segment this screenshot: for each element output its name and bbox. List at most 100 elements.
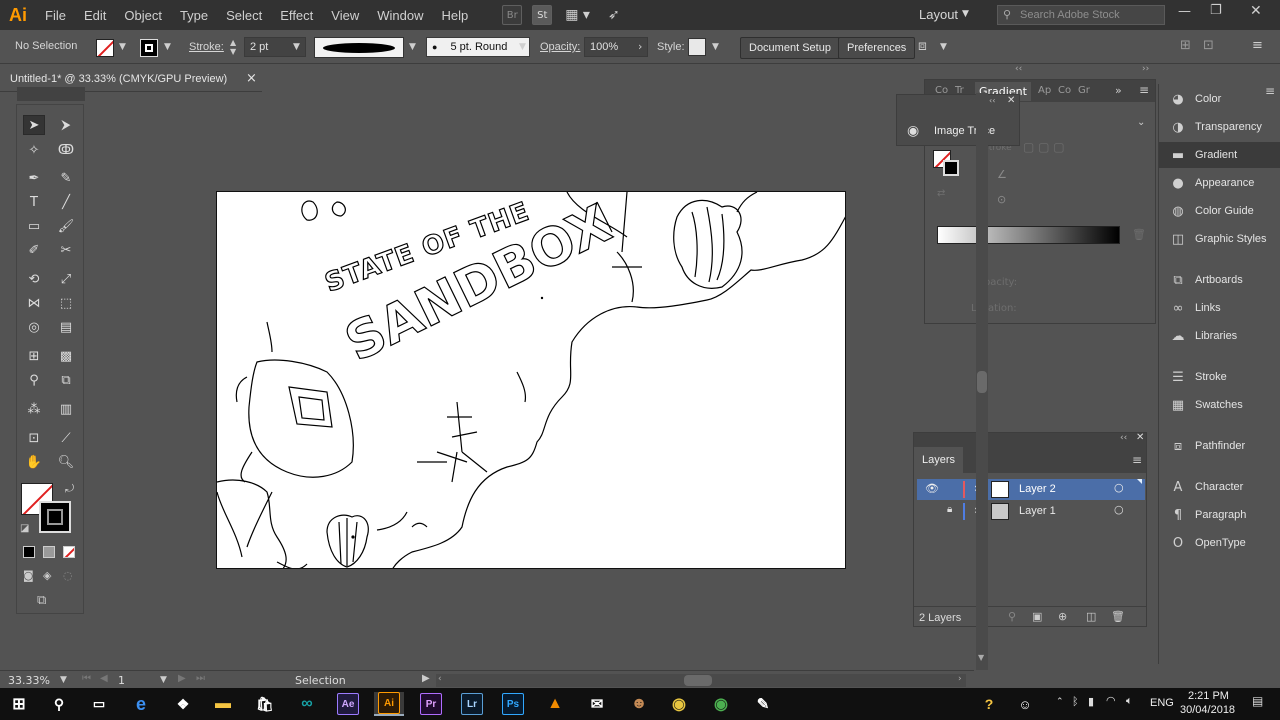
clock-time[interactable]: 2:21 PM bbox=[1188, 690, 1229, 702]
zoom-chevron-icon[interactable]: ▼ bbox=[60, 675, 67, 685]
wifi-icon[interactable]: ◠ bbox=[1106, 694, 1116, 707]
align-chevron-icon[interactable]: ▼ bbox=[940, 42, 947, 52]
scroll-right-icon[interactable]: › bbox=[958, 674, 962, 684]
battery-icon[interactable]: ▮ bbox=[1088, 695, 1094, 708]
tab-appearance[interactable]: Ap bbox=[1038, 85, 1051, 96]
dock-item-artboards[interactable]: ⧉ Artboards bbox=[1159, 267, 1280, 293]
dock-item-transparency[interactable]: ◑ Transparency bbox=[1159, 114, 1280, 140]
game-icon[interactable]: ☻ bbox=[624, 692, 654, 716]
stock-icon[interactable]: St bbox=[532, 5, 553, 25]
swap-fill-stroke-icon[interactable]: ⤾ bbox=[65, 482, 74, 496]
clipping-mask-icon[interactable]: ▣ bbox=[1032, 610, 1042, 623]
stroke-weight-chevron-icon[interactable]: ▼ bbox=[293, 42, 300, 52]
gradient-type-dropdown-icon[interactable]: ⌄ bbox=[1137, 117, 1145, 128]
dock-item-color-guide[interactable]: ◍ Color Guide bbox=[1159, 198, 1280, 224]
stroke-swatch[interactable] bbox=[140, 39, 158, 57]
dock-item-graphic-styles[interactable]: ◫ Graphic Styles bbox=[1159, 226, 1280, 252]
close-window-icon[interactable]: ✕ bbox=[1250, 3, 1262, 19]
scissors-tool-icon[interactable]: ✂ bbox=[55, 240, 77, 260]
isolate-icon[interactable]: ⊡ bbox=[1203, 38, 1214, 53]
artboard-number[interactable]: 1 bbox=[118, 674, 125, 687]
blend-tool-icon[interactable]: ⧉ bbox=[55, 370, 77, 390]
preferences-button[interactable]: Preferences bbox=[838, 37, 916, 59]
dock-item-appearance[interactable]: ● Appearance bbox=[1159, 170, 1280, 196]
chrome-icon[interactable]: ◉ bbox=[664, 692, 694, 716]
visibility-eye-icon[interactable]: 👁︎ bbox=[925, 482, 939, 495]
hand-tool-icon[interactable]: ✋ bbox=[23, 452, 45, 472]
language-indicator[interactable]: ENG bbox=[1150, 697, 1174, 709]
column-graph-tool-icon[interactable]: ▥ bbox=[55, 399, 77, 419]
delete-stop-icon[interactable]: 🗑︎ bbox=[1132, 228, 1146, 241]
next-artboard-icon[interactable]: ▶ bbox=[178, 673, 186, 684]
menu-type[interactable]: Type bbox=[171, 8, 217, 23]
premiere-icon[interactable]: Pr bbox=[416, 692, 446, 716]
selection-indicator[interactable] bbox=[1137, 479, 1142, 484]
magic-wand-tool-icon[interactable]: ✧ bbox=[23, 140, 45, 160]
last-artboard-icon[interactable]: ⏭ bbox=[196, 673, 205, 684]
close-document-icon[interactable]: × bbox=[246, 71, 257, 86]
lock-icon[interactable]: 🔒︎ bbox=[947, 504, 952, 515]
dock-item-opentype[interactable]: O OpenType bbox=[1159, 530, 1280, 556]
menu-file[interactable]: File bbox=[36, 8, 75, 23]
stroke-color-swatch[interactable] bbox=[39, 501, 71, 533]
artboard[interactable]: STATE OF THE SANDBOX bbox=[216, 191, 846, 569]
menu-edit[interactable]: Edit bbox=[75, 8, 115, 23]
document-setup-button[interactable]: Document Setup bbox=[740, 37, 840, 59]
zoom-level[interactable]: 33.33% bbox=[8, 674, 50, 687]
image-trace-icon[interactable]: ◉ bbox=[907, 123, 919, 139]
menu-effect[interactable]: Effect bbox=[271, 8, 322, 23]
minimize-window-icon[interactable]: — bbox=[1178, 4, 1191, 19]
fill-chevron-icon[interactable]: ▼ bbox=[119, 42, 126, 52]
close-image-trace-icon[interactable]: ✕ bbox=[1007, 95, 1015, 106]
eyedropper-tool-icon[interactable]: ⚲ bbox=[23, 370, 45, 390]
align-icon[interactable]: ⧈ bbox=[918, 38, 927, 54]
panel-menu-icon[interactable]: ≡ bbox=[1139, 83, 1149, 97]
layers-menu-icon[interactable]: ≡ bbox=[1132, 453, 1142, 467]
show-hidden-icons[interactable]: ⌃ bbox=[1056, 697, 1064, 707]
inkscape-icon[interactable]: ✎ bbox=[748, 692, 778, 716]
direct-selection-tool-icon[interactable]: ⮞ bbox=[55, 115, 77, 135]
color-mode-icon[interactable] bbox=[23, 546, 35, 558]
dock-item-color[interactable]: ◕ Color bbox=[1159, 86, 1280, 112]
layer-row[interactable]: 🔒︎ › Layer 1 ○ bbox=[917, 501, 1145, 522]
photoshop-icon[interactable]: Ps bbox=[498, 692, 528, 716]
selection-tool-icon[interactable]: ➤ bbox=[23, 115, 45, 135]
bluetooth-icon[interactable]: ᛒ bbox=[1072, 695, 1079, 708]
brush-chevron-icon[interactable]: ▼ bbox=[519, 42, 526, 52]
arduino-icon[interactable]: ∞ bbox=[292, 692, 322, 716]
collapse-image-trace-icon[interactable]: ‹‹ bbox=[989, 96, 995, 105]
target-icon[interactable]: ○ bbox=[1114, 481, 1124, 494]
vertical-scrollbar[interactable]: ▼ bbox=[976, 93, 988, 670]
variable-width-profile[interactable] bbox=[314, 37, 404, 58]
gradient-tool-icon[interactable]: ▩ bbox=[55, 346, 77, 366]
menu-select[interactable]: Select bbox=[217, 8, 271, 23]
free-transform-tool-icon[interactable]: ⬚ bbox=[55, 293, 77, 313]
chrome-alt-icon[interactable]: ◉ bbox=[706, 692, 736, 716]
layers-tab[interactable]: Layers bbox=[914, 447, 964, 473]
collapse-dock-icon[interactable]: ›› bbox=[1142, 64, 1149, 74]
collapse-layers-icon[interactable]: ‹‹ bbox=[1120, 433, 1127, 443]
lightroom-icon[interactable]: Lr bbox=[457, 692, 487, 716]
task-view-icon[interactable]: ▭ bbox=[84, 692, 114, 716]
dock-item-libraries[interactable]: ☁ Libraries bbox=[1159, 323, 1280, 349]
workspace-chevron-icon[interactable]: ▼ bbox=[962, 9, 969, 19]
gpu-performance-icon[interactable]: ➶ bbox=[608, 7, 620, 23]
dock-item-swatches[interactable]: ▦ Swatches bbox=[1159, 392, 1280, 418]
stroke-stepper-icon[interactable]: ▲ ▼ bbox=[230, 38, 236, 56]
clock-date[interactable]: 30/04/2018 bbox=[1180, 704, 1235, 716]
delete-layer-icon[interactable]: 🗑︎ bbox=[1111, 610, 1125, 623]
fill-swatch[interactable] bbox=[96, 39, 114, 57]
shape-builder-tool-icon[interactable]: ◎ bbox=[23, 317, 45, 337]
draw-inside-icon[interactable]: ◌ bbox=[63, 569, 73, 582]
rectangle-tool-icon[interactable]: ▭ bbox=[23, 216, 45, 236]
file-explorer-icon[interactable]: ▬ bbox=[208, 692, 238, 716]
vertical-scroll-thumb[interactable] bbox=[977, 371, 987, 393]
new-sublayer-icon[interactable]: ⊕ bbox=[1058, 610, 1067, 623]
menu-object[interactable]: Object bbox=[115, 8, 171, 23]
none-mode-icon[interactable] bbox=[63, 546, 75, 558]
profile-chevron-icon[interactable]: ▼ bbox=[409, 42, 416, 52]
curvature-tool-icon[interactable]: ✎ bbox=[55, 168, 77, 188]
previous-artboard-icon[interactable]: ◀ bbox=[100, 673, 108, 684]
tab-graphic-styles[interactable]: Gr bbox=[1078, 85, 1090, 96]
search-icon[interactable]: ⚲ bbox=[44, 692, 74, 716]
